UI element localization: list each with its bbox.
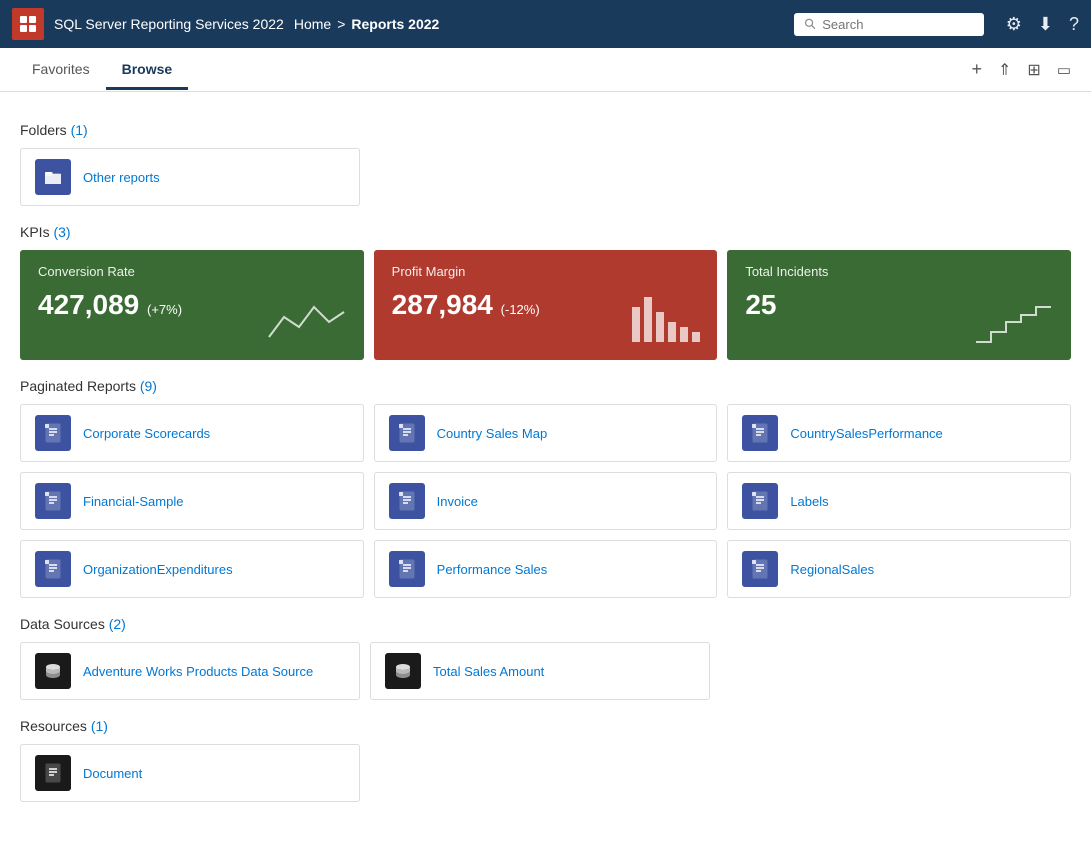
- kpi-total-incidents[interactable]: Total Incidents 25: [727, 250, 1071, 360]
- datasource-icon: [385, 653, 421, 689]
- report-financial-sample[interactable]: Financial-Sample: [20, 472, 364, 530]
- kpi-title: Conversion Rate: [38, 264, 346, 279]
- paginated-reports-grid: Corporate Scorecards Country Sales Map: [20, 404, 1071, 598]
- tab-browse[interactable]: Browse: [106, 51, 189, 90]
- kpi-conversion-rate[interactable]: Conversion Rate 427,089 (+7%): [20, 250, 364, 360]
- datasource-total-sales[interactable]: Total Sales Amount: [370, 642, 710, 700]
- datasource-label: Adventure Works Products Data Source: [83, 664, 313, 679]
- app-title: SQL Server Reporting Services 2022: [54, 16, 284, 32]
- kpis-grid: Conversion Rate 427,089 (+7%) Profit Mar…: [20, 250, 1071, 360]
- upload-button[interactable]: ⇑: [994, 56, 1015, 84]
- report-label: Country Sales Map: [437, 426, 548, 441]
- breadcrumb-separator: >: [337, 16, 345, 32]
- header-actions: ⚙ ⬇ ?: [1006, 14, 1079, 35]
- breadcrumb-home[interactable]: Home: [294, 16, 331, 32]
- report-country-sales-performance[interactable]: CountrySalesPerformance: [727, 404, 1071, 462]
- tab-bar: Favorites Browse + ⇑ ⊞ ▭: [0, 48, 1091, 92]
- report-label: RegionalSales: [790, 562, 874, 577]
- app-logo: [12, 8, 44, 40]
- report-label: CountrySalesPerformance: [790, 426, 942, 441]
- report-label: Labels: [790, 494, 828, 509]
- report-label: Invoice: [437, 494, 478, 509]
- folder-other-reports[interactable]: Other reports: [20, 148, 360, 206]
- resources-section-title: Resources (1): [20, 718, 1071, 734]
- report-label: Performance Sales: [437, 562, 548, 577]
- kpi-bar-chart: [627, 292, 707, 350]
- kpis-section-title: KPIs (3): [20, 224, 1071, 240]
- app-header: SQL Server Reporting Services 2022 Home …: [0, 0, 1091, 48]
- resource-icon: [35, 755, 71, 791]
- report-corporate-scorecards[interactable]: Corporate Scorecards: [20, 404, 364, 462]
- report-performance-sales[interactable]: Performance Sales: [374, 540, 718, 598]
- report-country-sales-map[interactable]: Country Sales Map: [374, 404, 718, 462]
- report-label: Corporate Scorecards: [83, 426, 210, 441]
- kpi-title: Profit Margin: [392, 264, 700, 279]
- folder-icon: [35, 159, 71, 195]
- search-input[interactable]: [822, 17, 974, 32]
- paginated-reports-section-title: Paginated Reports (9): [20, 378, 1071, 394]
- resources-grid: Document: [20, 744, 1071, 802]
- datasource-label: Total Sales Amount: [433, 664, 544, 679]
- report-label: OrganizationExpenditures: [83, 562, 233, 577]
- main-content: Folders (1) Other reports KPIs (3) Conve…: [0, 92, 1091, 818]
- data-sources-grid: Adventure Works Products Data Source Tot…: [20, 642, 1071, 700]
- folders-grid: Other reports: [20, 148, 1071, 206]
- report-icon: [389, 483, 425, 519]
- report-regional-sales[interactable]: RegionalSales: [727, 540, 1071, 598]
- detail-view-button[interactable]: ▭: [1053, 57, 1075, 83]
- report-invoice[interactable]: Invoice: [374, 472, 718, 530]
- tile-view-button[interactable]: ⊞: [1023, 56, 1044, 84]
- folder-label: Other reports: [83, 170, 160, 185]
- kpi-step-chart: [971, 297, 1061, 350]
- report-label: Financial-Sample: [83, 494, 183, 509]
- data-sources-section-title: Data Sources (2): [20, 616, 1071, 632]
- report-icon: [742, 551, 778, 587]
- report-icon: [742, 415, 778, 451]
- kpi-line-chart: [264, 297, 354, 350]
- settings-icon[interactable]: ⚙: [1006, 14, 1022, 35]
- kpi-title: Total Incidents: [745, 264, 1053, 279]
- help-icon[interactable]: ?: [1069, 14, 1079, 35]
- report-labels[interactable]: Labels: [727, 472, 1071, 530]
- report-icon: [35, 551, 71, 587]
- report-icon: [389, 415, 425, 451]
- resource-label: Document: [83, 766, 142, 781]
- report-icon: [389, 551, 425, 587]
- tabbar-actions: + ⇑ ⊞ ▭: [967, 55, 1075, 84]
- report-icon: [35, 483, 71, 519]
- tab-favorites[interactable]: Favorites: [16, 51, 106, 90]
- report-icon: [35, 415, 71, 451]
- resource-document[interactable]: Document: [20, 744, 360, 802]
- report-icon: [742, 483, 778, 519]
- report-organization-expenditures[interactable]: OrganizationExpenditures: [20, 540, 364, 598]
- breadcrumb: Home > Reports 2022: [294, 16, 439, 32]
- breadcrumb-current: Reports 2022: [351, 16, 439, 32]
- search-box[interactable]: [794, 13, 984, 36]
- folders-section-title: Folders (1): [20, 122, 1071, 138]
- search-icon: [804, 17, 816, 31]
- kpi-profit-margin[interactable]: Profit Margin 287,984 (-12%): [374, 250, 718, 360]
- download-icon[interactable]: ⬇: [1038, 14, 1053, 35]
- datasource-icon: [35, 653, 71, 689]
- new-button[interactable]: +: [967, 55, 986, 84]
- datasource-adventure-works[interactable]: Adventure Works Products Data Source: [20, 642, 360, 700]
